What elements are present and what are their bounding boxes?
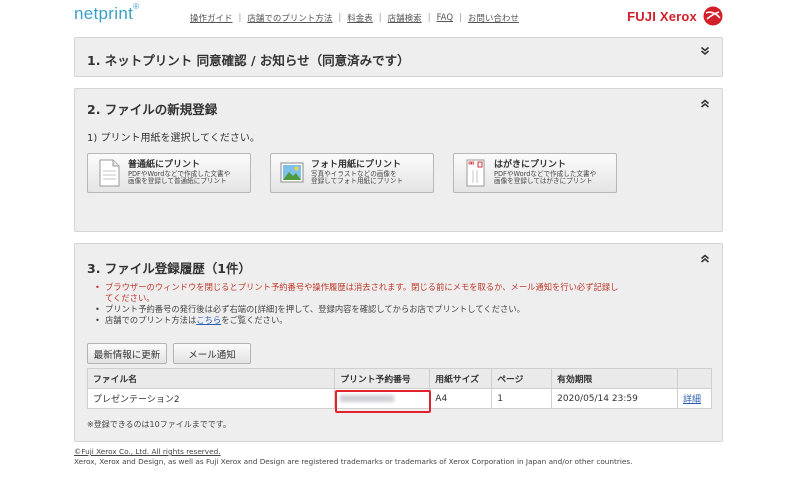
logo-text: netprint — [74, 4, 134, 23]
table-row: プレゼンテーション2 A4 1 2020/05/14 23:59 詳細 — [86, 388, 713, 409]
cell-reservation-number — [334, 388, 431, 409]
xerox-sphere-icon — [703, 6, 723, 26]
refresh-button[interactable]: 最新情報に更新 — [87, 343, 167, 364]
column-header-expiry: 有効期限 — [551, 368, 678, 389]
copyright-text: ©Fuji Xerox Co., Ltd. All rights reserve… — [74, 447, 221, 456]
column-header-file-name: ファイル名 — [86, 368, 336, 389]
warning-note: ブラウザーのウィンドウを閉じるとプリント予約番号や操作履歴は消去されます。閉じる… — [95, 282, 715, 304]
button-text: フォト用紙にプリント 写真やイラストなどの画像を 登録してフォト用紙にプリント — [311, 160, 403, 186]
fuji-xerox-logo: FUJI Xerox — [627, 6, 723, 26]
agreement-panel-title[interactable]: 1. ネットプリント 同意確認 / お知らせ（同意済みです） — [87, 50, 410, 69]
file-history-panel-title[interactable]: 3. ファイル登録履歴（1件） — [87, 258, 251, 277]
redacted-number — [340, 394, 395, 402]
chevron-double-up-icon[interactable] — [700, 99, 710, 109]
nav-separator: | — [459, 13, 462, 23]
column-header-detail — [676, 368, 713, 389]
brand-text: FUJI Xerox — [627, 8, 697, 24]
mail-notification-button[interactable]: メール通知 — [173, 343, 251, 364]
detail-note: プリント予約番号の発行後は必ず右端の[詳細]を押して、登録内容を確認してからお店… — [95, 304, 715, 315]
footer: ©Fuji Xerox Co., Ltd. All rights reserve… — [74, 447, 633, 467]
detail-link[interactable]: 詳細 — [683, 395, 701, 405]
warning-text-line2: てください。 — [105, 293, 155, 303]
nav-contact[interactable]: お問い合わせ — [468, 12, 519, 24]
agreement-panel: 1. ネットプリント 同意確認 / お知らせ（同意済みです） — [74, 37, 723, 77]
print-plain-paper-button[interactable]: 普通紙にプリント PDFやWordなどで作成した文書や 画像を登録して普通紙にプ… — [87, 153, 251, 193]
cell-expiry: 2020/05/14 23:59 — [551, 388, 678, 409]
nav-price-list[interactable]: 料金表 — [347, 12, 373, 24]
button-desc: 登録してフォト用紙にプリント — [311, 177, 404, 186]
photo-icon — [280, 162, 304, 183]
new-file-registration-panel: 2. ファイルの新規登録 1) プリント用紙を選択してください。 普通紙にプリン… — [74, 88, 723, 232]
file-history-panel: 3. ファイル登録履歴（1件） ブラウザーのウィンドウを閉じるとプリント予約番号… — [74, 243, 723, 442]
top-nav: 操作ガイド | 店舗でのプリント方法 | 料金表 | 店舗検索 | FAQ | … — [190, 12, 519, 24]
chevron-double-down-icon[interactable] — [700, 46, 710, 56]
warning-text-line1: ブラウザーのウィンドウを閉じるとプリント予約番号や操作履歴は消去されます。閉じる… — [105, 282, 619, 292]
button-text: はがきにプリント PDFやWordなどで作成した文書や 画像を登録してはがきにプ… — [494, 160, 596, 186]
nav-separator: | — [378, 13, 382, 23]
print-photo-paper-button[interactable]: フォト用紙にプリント 写真やイラストなどの画像を 登録してフォト用紙にプリント — [270, 153, 434, 193]
table-header-row: ファイル名 プリント予約番号 用紙サイズ ページ 有効期限 — [86, 368, 713, 389]
nav-separator: | — [238, 13, 242, 23]
store-note-text: 店舗でのプリント方法は — [105, 315, 197, 325]
button-text: 普通紙にプリント PDFやWordなどで作成した文書や 画像を登録して普通紙にプ… — [128, 160, 230, 186]
column-header-reservation-number: プリント予約番号 — [334, 368, 431, 389]
cell-pages: 1 — [491, 388, 553, 409]
nav-faq[interactable]: FAQ — [437, 13, 453, 23]
column-header-pages: ページ — [491, 368, 553, 389]
button-desc: 画像を登録してはがきにプリント — [494, 177, 593, 186]
file-history-table: ファイル名 プリント予約番号 用紙サイズ ページ 有効期限 プレゼンテーション2… — [86, 368, 713, 409]
history-notes: ブラウザーのウィンドウを閉じるとプリント予約番号や操作履歴は消去されます。閉じる… — [95, 282, 715, 326]
store-print-note: 店舗でのプリント方法はこちらをご覧ください。 — [95, 315, 715, 326]
postcard-icon — [466, 159, 485, 187]
store-note-text: をご覧ください。 — [221, 315, 288, 325]
cell-paper-size: A4 — [429, 388, 493, 409]
file-limit-note: ※登録できるのは10ファイルまでです。 — [87, 420, 231, 429]
chevron-double-up-icon[interactable] — [700, 254, 710, 264]
store-print-method-link[interactable]: こちら — [196, 315, 221, 325]
document-icon — [99, 159, 120, 187]
nav-store-search[interactable]: 店舗検索 — [388, 12, 422, 24]
button-desc: 画像を登録して普通紙にプリント — [128, 177, 227, 186]
nav-operation-guide[interactable]: 操作ガイド — [190, 12, 233, 24]
netprint-logo[interactable]: netprint® — [74, 2, 140, 24]
new-file-panel-title[interactable]: 2. ファイルの新規登録 — [87, 99, 217, 118]
header: netprint® 操作ガイド | 店舗でのプリント方法 | 料金表 | 店舗検… — [0, 0, 797, 36]
nav-separator: | — [338, 13, 342, 23]
cell-detail: 詳細 — [676, 388, 713, 409]
paper-select-instruction: 1) プリント用紙を選択してください。 — [87, 133, 260, 144]
nav-separator: | — [427, 13, 431, 23]
logo-mark: ® — [133, 2, 140, 11]
column-header-paper-size: 用紙サイズ — [429, 368, 493, 389]
cell-file-name: プレゼンテーション2 — [86, 388, 336, 409]
trademark-text: Xerox, Xerox and Design, as well as Fuji… — [74, 457, 633, 466]
nav-store-print-method[interactable]: 店舗でのプリント方法 — [247, 12, 332, 24]
print-postcard-button[interactable]: はがきにプリント PDFやWordなどで作成した文書や 画像を登録してはがきにプ… — [453, 153, 617, 193]
